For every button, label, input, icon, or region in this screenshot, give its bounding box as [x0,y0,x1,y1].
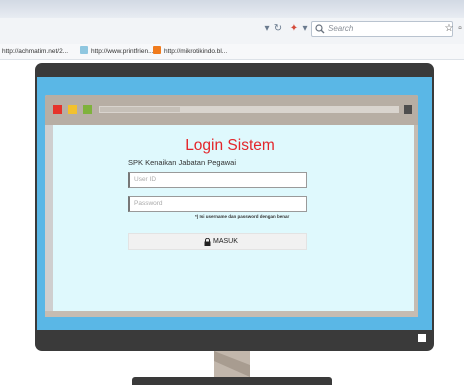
login-hint: *) Isi username dan password dengan bena… [195,214,290,219]
bookmark-label: http://achmatim.net/2... [2,48,69,55]
favicon-icon [80,46,88,54]
window-red-dot [53,105,62,114]
userid-field[interactable]: User ID [128,172,307,188]
window-address-text [100,107,180,112]
password-field[interactable]: Password [128,196,307,212]
bookmark-star-icon[interactable]: ☆ [443,22,455,36]
browser-title-strip [0,0,464,18]
window-frame-right [414,125,418,311]
monitor-base [132,377,332,385]
window-close-square [404,105,412,114]
password-placeholder: Password [134,200,163,207]
bookmark-item[interactable]: http://mikrotikindo.bl... [153,46,227,58]
monitor-power-light [418,334,426,342]
bookmark-item[interactable]: http://achmatim.net/2... [2,46,68,58]
bookmark-label: http://www.printfrien... [91,48,154,55]
addon-icon[interactable]: ✦ [288,22,300,36]
bookmark-label: http://mikrotikindo.bl... [164,48,228,55]
bookmark-item[interactable]: http://www.printfrien... [80,46,154,58]
bookmarks-menu-icon[interactable]: ▫ [456,22,464,36]
search-placeholder: Search [328,24,354,33]
search-icon [315,24,325,34]
monitor-neck-shadow [214,351,250,377]
reload-icon[interactable]: ↻ [272,22,284,36]
window-frame-bottom [45,311,418,317]
masuk-label: MASUK [213,238,238,245]
lock-icon [204,238,211,246]
bookmarks-bar [0,44,464,60]
userid-placeholder: User ID [134,176,157,183]
masuk-button[interactable]: MASUK [128,233,307,250]
window-green-dot [83,105,92,114]
login-title: Login Sistem [185,137,275,154]
engine-dropdown-icon[interactable]: ▾ [301,22,309,36]
login-subtitle: SPK Kenaikan Jabatan Pegawai [128,158,236,167]
window-yellow-dot [68,105,77,114]
blogger-icon [153,46,161,54]
screenshot: ▾ ↻ ✦ ▾ Search ☆ ▫ http://achmatim.net/2… [0,0,464,385]
search-input[interactable]: Search [311,21,453,37]
dropdown-arrow-icon[interactable]: ▾ [262,22,272,36]
